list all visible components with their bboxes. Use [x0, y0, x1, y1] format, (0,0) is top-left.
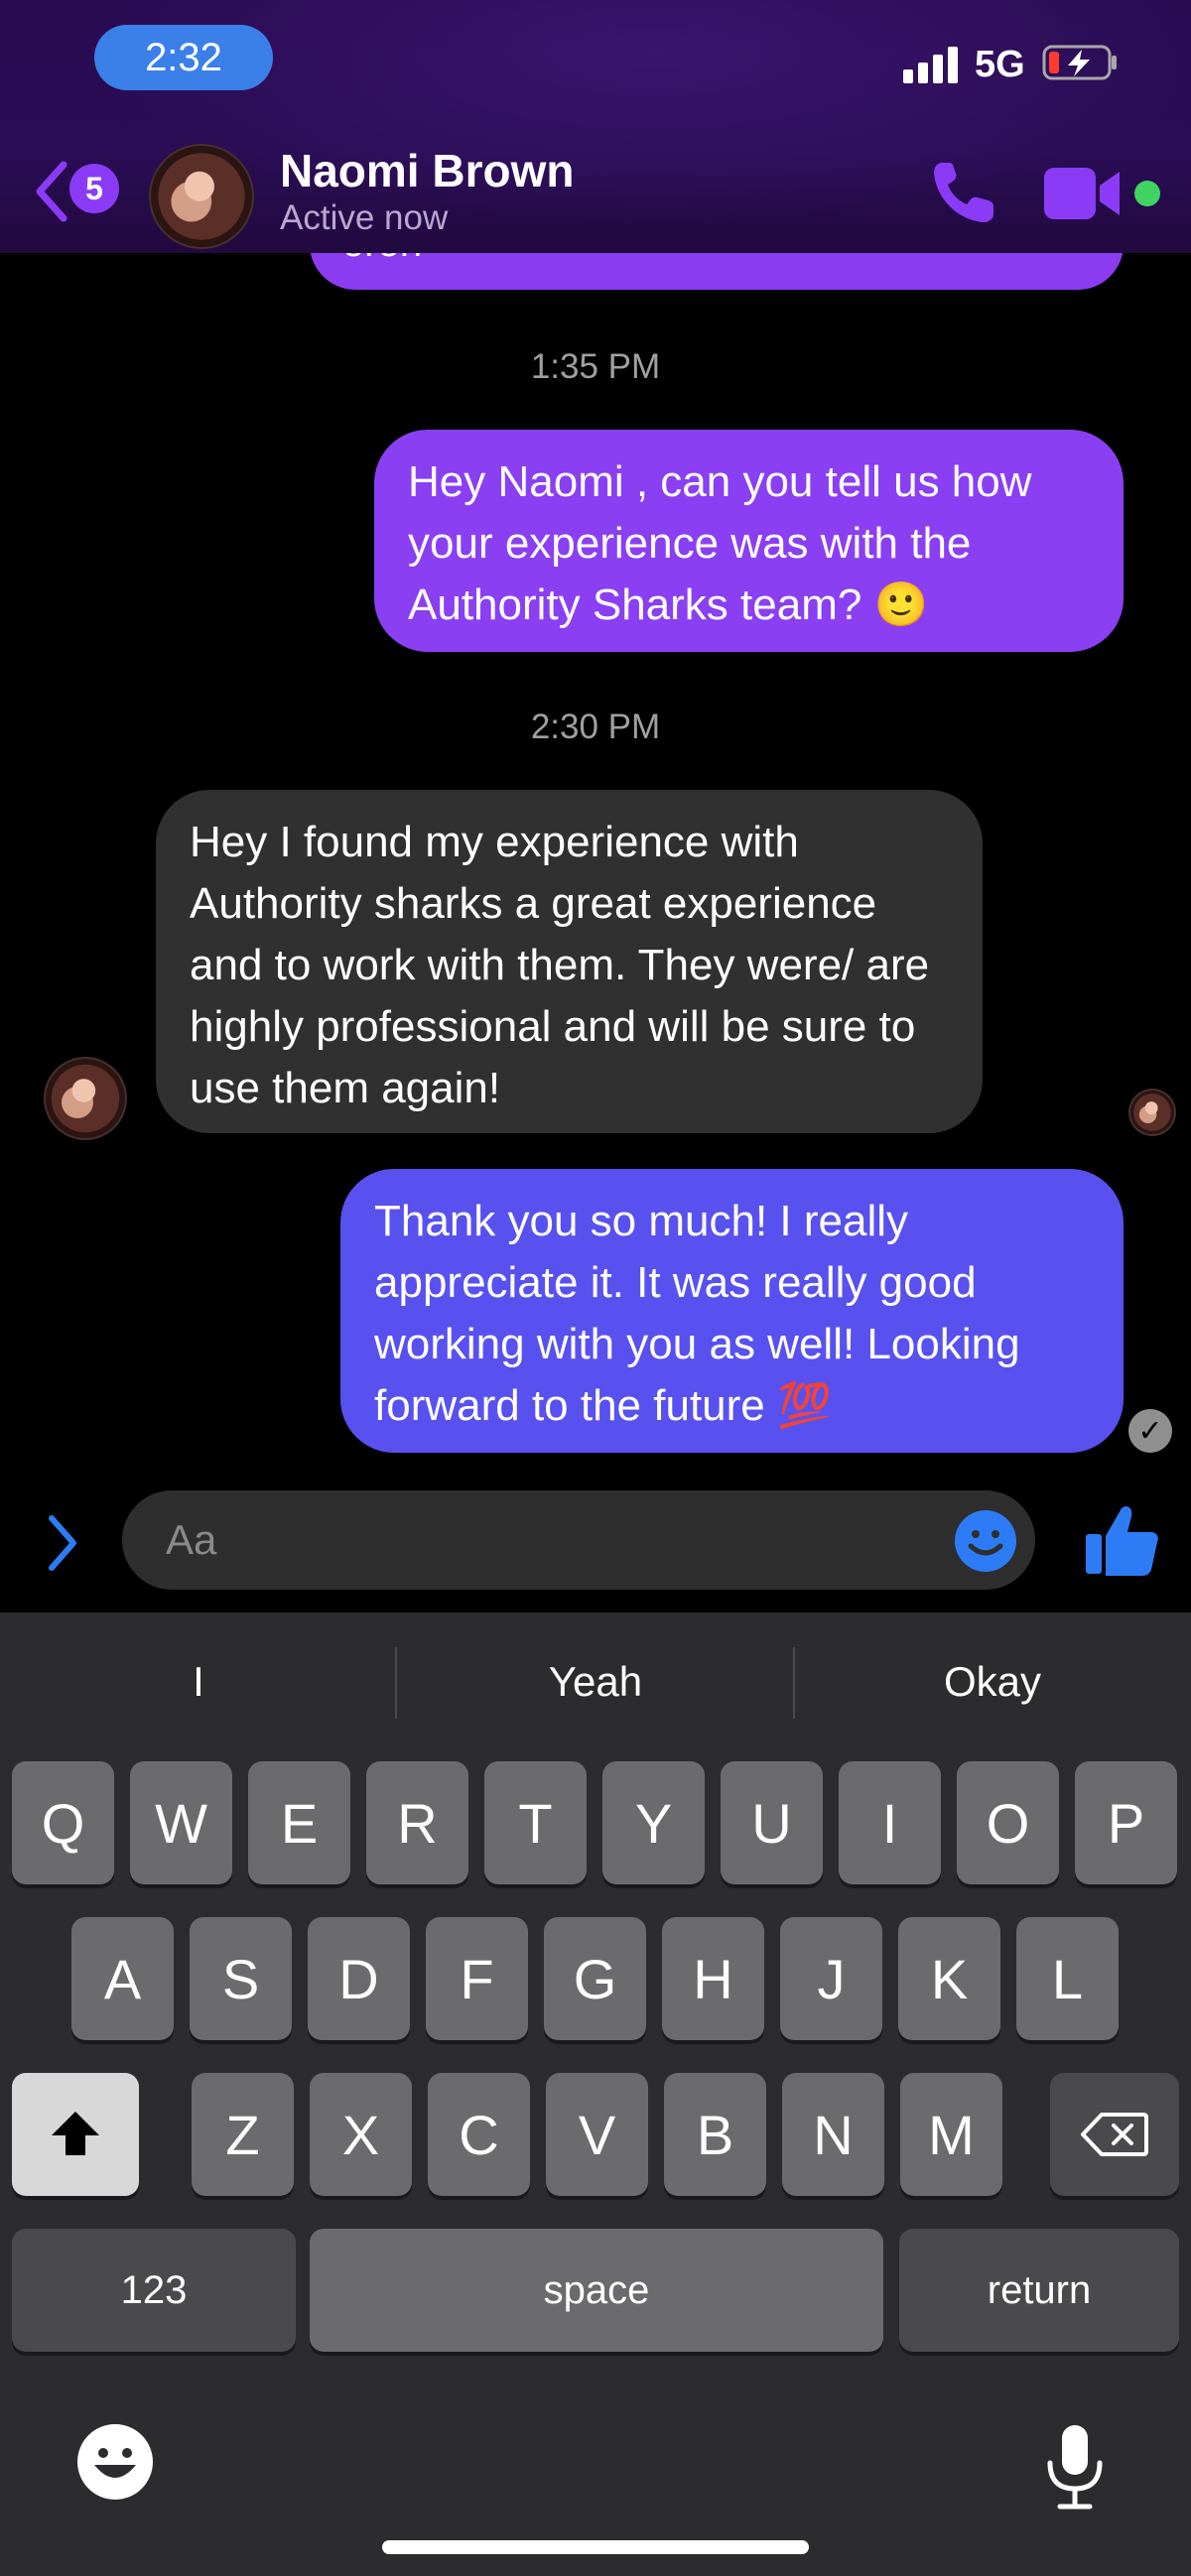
suggestion-2[interactable]: Yeah: [397, 1627, 794, 1737]
key-v[interactable]: V: [546, 2073, 648, 2196]
outgoing-message[interactable]: Thank you so much! I really appreciate i…: [340, 1169, 1124, 1453]
contact-name[interactable]: Naomi Brown: [280, 144, 574, 197]
key-d[interactable]: D: [308, 1917, 410, 2040]
contact-status: Active now: [280, 198, 449, 237]
microphone-icon[interactable]: [1042, 2421, 1108, 2511]
key-e[interactable]: E: [248, 1761, 350, 1884]
key-f[interactable]: F: [426, 1917, 528, 2040]
space-key[interactable]: space: [310, 2229, 883, 2352]
key-z[interactable]: Z: [192, 2073, 294, 2196]
video-icon[interactable]: [1042, 164, 1124, 223]
key-o[interactable]: O: [957, 1761, 1059, 1884]
backspace-icon: [1081, 2113, 1148, 2156]
key-h[interactable]: H: [662, 1917, 764, 2040]
unread-count-badge[interactable]: 5: [69, 164, 119, 213]
battery-icon: [1042, 45, 1117, 80]
key-l[interactable]: L: [1016, 1917, 1119, 2040]
online-indicator: [1134, 181, 1160, 206]
key-p[interactable]: P: [1075, 1761, 1177, 1884]
outgoing-message[interactable]: Hey Naomi , can you tell us how your exp…: [374, 430, 1124, 652]
key-x[interactable]: X: [310, 2073, 412, 2196]
status-time: 2:32: [94, 25, 273, 90]
delivered-check-icon: ✓: [1128, 1409, 1172, 1453]
contact-avatar[interactable]: [149, 144, 254, 249]
numbers-key[interactable]: 123: [12, 2229, 296, 2352]
phone-icon[interactable]: [928, 157, 999, 228]
key-g[interactable]: G: [544, 1917, 646, 2040]
read-receipt-avatar: [1128, 1089, 1176, 1136]
key-u[interactable]: U: [721, 1761, 823, 1884]
signal-icon: [903, 44, 963, 83]
suggestion-1[interactable]: I: [0, 1627, 397, 1737]
emoji-keyboard-icon[interactable]: [74, 2421, 156, 2503]
backspace-key[interactable]: [1050, 2073, 1179, 2196]
message-input[interactable]: [122, 1490, 1035, 1590]
key-a[interactable]: A: [71, 1917, 174, 2040]
key-m[interactable]: M: [900, 2073, 1002, 2196]
emoji-icon[interactable]: [953, 1508, 1018, 1574]
thumbs-up-icon[interactable]: [1082, 1500, 1161, 1580]
key-i[interactable]: I: [839, 1761, 941, 1884]
key-j[interactable]: J: [780, 1917, 882, 2040]
timestamp: 1:35 PM: [530, 347, 661, 386]
incoming-message[interactable]: Hey I found my experience with Authority…: [156, 790, 983, 1133]
chevron-right-icon[interactable]: [42, 1508, 81, 1578]
chevron-left-icon[interactable]: [30, 159, 73, 224]
network-type: 5G: [975, 44, 1025, 85]
key-t[interactable]: T: [484, 1761, 587, 1884]
suggestion-3[interactable]: Okay: [794, 1627, 1191, 1737]
shift-icon: [52, 2112, 99, 2155]
key-c[interactable]: C: [428, 2073, 530, 2196]
home-indicator[interactable]: [382, 2540, 809, 2554]
key-r[interactable]: R: [366, 1761, 468, 1884]
return-key[interactable]: return: [899, 2229, 1179, 2352]
timestamp: 2:30 PM: [530, 708, 661, 746]
sender-avatar[interactable]: [44, 1057, 127, 1140]
key-s[interactable]: S: [190, 1917, 292, 2040]
key-y[interactable]: Y: [602, 1761, 705, 1884]
key-w[interactable]: W: [130, 1761, 232, 1884]
key-b[interactable]: B: [664, 2073, 766, 2196]
shift-key[interactable]: [12, 2073, 139, 2196]
key-q[interactable]: Q: [12, 1761, 114, 1884]
key-k[interactable]: K: [898, 1917, 1000, 2040]
key-n[interactable]: N: [782, 2073, 884, 2196]
